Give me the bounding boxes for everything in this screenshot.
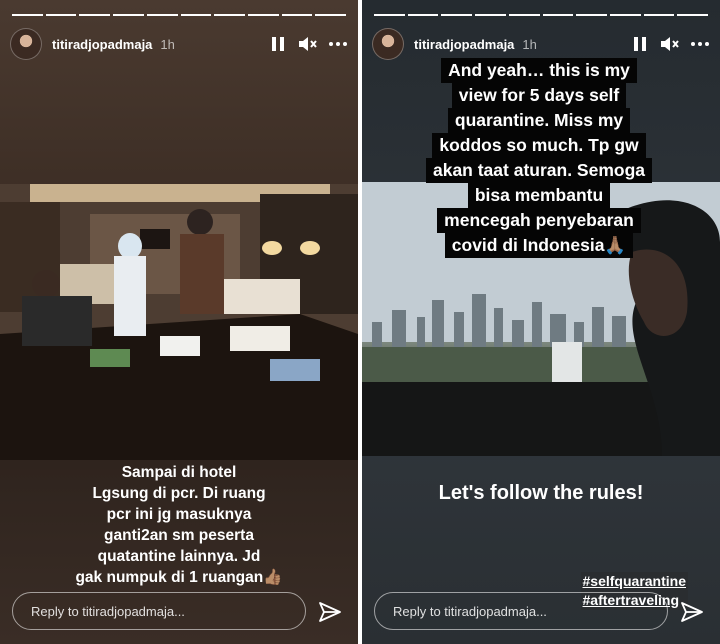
progress-segment xyxy=(508,14,540,16)
progress-segment xyxy=(475,14,506,16)
avatar[interactable] xyxy=(372,28,404,60)
caption-line: gak numpuk di 1 ruangan👍🏽 xyxy=(75,569,283,586)
progress-segment xyxy=(12,14,43,16)
story-panel-right[interactable]: titiradjopadmaja 1h And yeah… this is my… xyxy=(362,0,720,644)
progress-segment xyxy=(407,14,439,16)
progress-segment xyxy=(374,14,405,16)
overlay-line: mencegah penyebaran xyxy=(437,208,641,233)
progress-segment xyxy=(79,14,111,16)
story-caption: Sampai di hotel Lgsung di pcr. Di ruang … xyxy=(0,462,358,588)
caption-line: Sampai di hotel xyxy=(121,464,237,481)
progress-segment xyxy=(247,14,279,16)
rules-text: Let's follow the rules! xyxy=(438,482,644,504)
progress-segment xyxy=(315,14,347,16)
overlay-line: covid di Indonesia🙏🏽 xyxy=(444,233,634,258)
pause-icon[interactable] xyxy=(630,34,650,54)
progress-segment xyxy=(542,14,574,16)
progress-segment xyxy=(643,14,675,16)
progress-segment xyxy=(45,14,77,16)
more-dots-icon[interactable] xyxy=(328,34,348,54)
caption-line: Lgsung di pcr. Di ruang xyxy=(92,485,266,502)
speaker-muted-icon[interactable] xyxy=(660,34,680,54)
pause-icon[interactable] xyxy=(268,34,288,54)
progress-segment xyxy=(576,14,607,16)
progress-segment xyxy=(609,14,641,16)
story-header: titiradjopadmaja 1h xyxy=(372,28,710,60)
reply-bar xyxy=(12,592,306,630)
story-header: titiradjopadmaja 1h xyxy=(10,28,348,60)
overlay-line: bisa membantu xyxy=(467,183,611,208)
progress-segment xyxy=(281,14,313,16)
paper-plane-icon[interactable] xyxy=(680,600,704,624)
paper-plane-icon[interactable] xyxy=(318,600,342,624)
story-progress-bar xyxy=(374,14,709,16)
progress-segment xyxy=(214,14,245,16)
progress-segment xyxy=(113,14,144,16)
story-controls xyxy=(630,34,710,54)
overlay-line: And yeah… this is my xyxy=(441,58,637,83)
more-dots-icon[interactable] xyxy=(690,34,710,54)
caption-line: ganti2an sm peserta xyxy=(104,527,254,544)
post-time: 1h xyxy=(522,36,537,52)
avatar[interactable] xyxy=(10,28,42,60)
overlay-line: koddos so much. Tp gw xyxy=(432,133,646,158)
reply-bar xyxy=(374,592,668,630)
overlay-line: view for 5 days self xyxy=(451,83,627,108)
speaker-muted-icon[interactable] xyxy=(298,34,318,54)
username[interactable]: titiradjopadmaja xyxy=(52,37,152,52)
overlay-line: quarantine. Miss my xyxy=(447,108,631,133)
progress-segment xyxy=(677,14,709,16)
progress-segment xyxy=(146,14,178,16)
story-photo-hotel-pcr xyxy=(0,184,358,460)
story-panel-left[interactable]: titiradjopadmaja 1h Sampai di hotel Lgsu… xyxy=(0,0,358,644)
story-controls xyxy=(268,34,348,54)
caption-line: pcr ini jg masuknya xyxy=(106,506,252,523)
story-progress-bar xyxy=(12,14,347,16)
caption-line: quatantine lainnya. Jd xyxy=(97,548,261,565)
hashtag-sticker[interactable]: #selfquarantine xyxy=(580,572,688,591)
reply-input[interactable] xyxy=(29,602,305,620)
overlay-line: akan taat aturan. Semoga xyxy=(425,158,653,183)
username[interactable]: titiradjopadmaja xyxy=(414,37,514,52)
reply-input[interactable] xyxy=(391,602,667,620)
progress-segment xyxy=(180,14,212,16)
progress-segment xyxy=(441,14,473,16)
story-text-overlay: And yeah… this is my view for 5 days sel… xyxy=(384,58,694,258)
post-time: 1h xyxy=(160,36,175,52)
